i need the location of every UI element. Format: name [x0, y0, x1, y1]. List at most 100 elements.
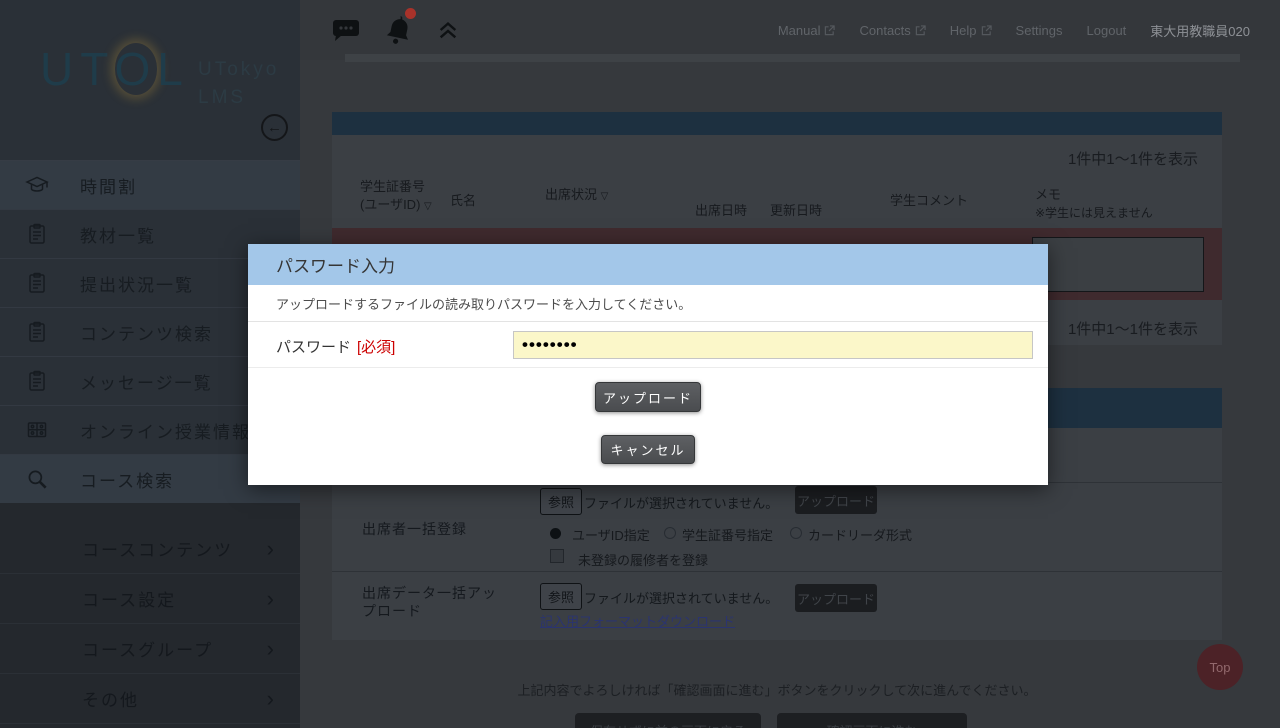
top-bar: Manual Contacts Help Settings Logout 東大用…	[300, 0, 1280, 60]
contacts-link-label: Contacts	[859, 23, 910, 38]
password-input-modal: パスワード入力 アップロードするファイルの読み取りパスワードを入力してください。…	[248, 244, 1048, 485]
help-link-label: Help	[950, 23, 977, 38]
radio-card-reader-label[interactable]: カードリーダ形式	[808, 525, 912, 544]
bulk-register-row: 出席者一括登録 参照 ファイルが選択されていません。 アップロード ユーザID指…	[332, 482, 1222, 571]
manual-link-label: Manual	[778, 23, 821, 38]
scroll-to-top-button[interactable]: Top	[1197, 644, 1243, 690]
column-header-line: 出席状況	[545, 187, 597, 202]
modal-description: アップロードするファイルの読み取りパスワードを入力してください。	[248, 285, 1048, 322]
column-header-attend-time: 出席日時	[695, 202, 747, 220]
logout-link-label: Logout	[1087, 23, 1127, 38]
column-header-memo: メモ ※学生には見えません	[1035, 186, 1153, 222]
radio-card-reader[interactable]	[790, 527, 802, 539]
sidebar-item-label: コースグループ	[82, 636, 213, 661]
logo-subtitle: UTokyo LMS	[198, 56, 279, 112]
radio-user-id-selected[interactable]	[550, 528, 561, 539]
help-link[interactable]: Help	[950, 23, 992, 38]
logo-text: UT	[40, 43, 115, 95]
manual-link[interactable]: Manual	[778, 23, 836, 38]
password-label-text: パスワード	[276, 339, 351, 356]
modal-form-row: パスワード [必須]	[248, 322, 1048, 368]
chevron-right-icon: ›	[267, 586, 276, 612]
chevron-right-icon: ›	[267, 536, 276, 562]
chevron-right-icon: ›	[267, 686, 276, 712]
chevron-right-icon: ›	[267, 636, 276, 662]
logout-link[interactable]: Logout	[1087, 23, 1127, 38]
memo-textarea[interactable]	[1032, 237, 1204, 292]
sidebar-course-menu: コースコンテンツ › コース設定 › コースグループ › その他 ›	[0, 524, 300, 728]
sort-down-icon: ▽	[424, 201, 432, 212]
column-header-line: 学生証番号	[360, 178, 432, 196]
pagination-info-bottom: 1件中1〜1件を表示	[1068, 318, 1198, 339]
external-link-icon	[824, 25, 835, 36]
sidebar-item-course-group[interactable]: コースグループ ›	[0, 624, 300, 674]
back-arrow-icon: ←	[267, 119, 282, 136]
bulk-upload-row: 出席データ一括アッ プロード 参照 ファイルが選択されていません。 アップロード…	[332, 571, 1222, 640]
sidebar-item-course-settings[interactable]: コース設定 ›	[0, 574, 300, 624]
bulk-upload-label-line2: プロード	[362, 601, 422, 621]
sidebar-divider	[0, 503, 300, 524]
password-field-label: パスワード [必須]	[276, 336, 395, 357]
confirm-instruction-text: 上記内容でよろしければ「確認画面に進む」ボタンをクリックして次に進んでください。	[332, 680, 1222, 699]
back-without-save-button[interactable]: 保存せずに前の画面に戻る	[575, 713, 761, 728]
browse-file-button[interactable]: 参照	[540, 583, 582, 610]
go-to-confirm-button[interactable]: 確認画面に進む	[777, 713, 967, 728]
radio-user-id-label[interactable]: ユーザID指定	[572, 525, 650, 544]
upload-button[interactable]: アップロード	[795, 486, 877, 514]
radio-student-no[interactable]	[664, 527, 676, 539]
sidebar-item-label: 教材一覧	[80, 222, 156, 247]
utol-logo: UTOL	[40, 42, 190, 96]
clipboard-icon	[20, 320, 54, 344]
sidebar-item-timetable[interactable]: 時間割	[0, 161, 300, 210]
clipboard-icon	[20, 222, 54, 246]
logo-text-2: L	[157, 43, 190, 95]
sidebar-item-label: コース検索	[80, 467, 174, 492]
upload-button[interactable]: アップロード	[795, 584, 877, 612]
no-file-selected-text: ファイルが選択されていません。	[584, 493, 778, 512]
memo-note: ※学生には見えません	[1035, 204, 1153, 222]
pagination-info-top: 1件中1〜1件を表示	[1068, 148, 1198, 169]
column-header-status[interactable]: 出席状況 ▽	[545, 186, 608, 206]
external-link-icon	[981, 25, 992, 36]
top-bar-icons	[332, 0, 460, 60]
bulk-register-label: 出席者一括登録	[362, 519, 467, 539]
clipboard-icon	[20, 369, 54, 393]
browse-file-button[interactable]: 参照	[540, 488, 582, 515]
chat-icon[interactable]	[332, 17, 360, 43]
required-badge: [必須]	[357, 339, 395, 356]
contacts-link[interactable]: Contacts	[859, 23, 925, 38]
sidebar-item-label: コンテンツ検索	[80, 320, 213, 345]
settings-link[interactable]: Settings	[1016, 23, 1063, 38]
sidebar-item-label: その他	[82, 686, 139, 711]
bulk-upload-label-line1: 出席データ一括アッ	[362, 583, 497, 603]
password-input[interactable]	[513, 331, 1033, 359]
column-header-name: 氏名	[450, 192, 476, 210]
settings-link-label: Settings	[1016, 23, 1063, 38]
clipboard-icon	[20, 271, 54, 295]
column-header-student-comment: 学生コメント	[890, 192, 968, 210]
video-grid-icon	[20, 418, 54, 442]
format-download-link[interactable]: 記入用フォーマットダウンロード	[540, 611, 735, 630]
no-file-selected-text: ファイルが選択されていません。	[584, 588, 778, 607]
logo-subtitle-line1: UTokyo	[198, 56, 279, 84]
sidebar-collapse-button[interactable]: ←	[261, 114, 288, 141]
checkbox-register-unregistered-label[interactable]: 未登録の履修者を登録	[578, 550, 708, 569]
sidebar-item-others[interactable]: その他 ›	[0, 674, 300, 724]
logo-o-highlight: O	[115, 43, 158, 95]
column-header-line: メモ	[1035, 186, 1153, 204]
modal-button-area: アップロード キャンセル	[248, 368, 1048, 485]
column-header-student-id[interactable]: 学生証番号 (ユーザID) ▽	[360, 178, 432, 216]
collapse-up-icon[interactable]	[436, 19, 460, 41]
column-header-line: (ユーザID)	[360, 197, 420, 212]
magnifier-icon	[20, 466, 54, 492]
sidebar-item-course-contents[interactable]: コースコンテンツ ›	[0, 524, 300, 574]
section-header-bar	[332, 112, 1222, 135]
checkbox-register-unregistered[interactable]	[550, 549, 564, 563]
modal-cancel-button[interactable]: キャンセル	[601, 435, 695, 464]
modal-upload-button[interactable]: アップロード	[595, 382, 701, 412]
radio-student-no-label[interactable]: 学生証番号指定	[682, 525, 773, 544]
external-link-icon	[915, 25, 926, 36]
notification-bell-icon[interactable]	[382, 12, 414, 48]
column-header-update-time: 更新日時	[770, 202, 822, 220]
sidebar-item-label: メッセージ一覧	[80, 369, 213, 394]
